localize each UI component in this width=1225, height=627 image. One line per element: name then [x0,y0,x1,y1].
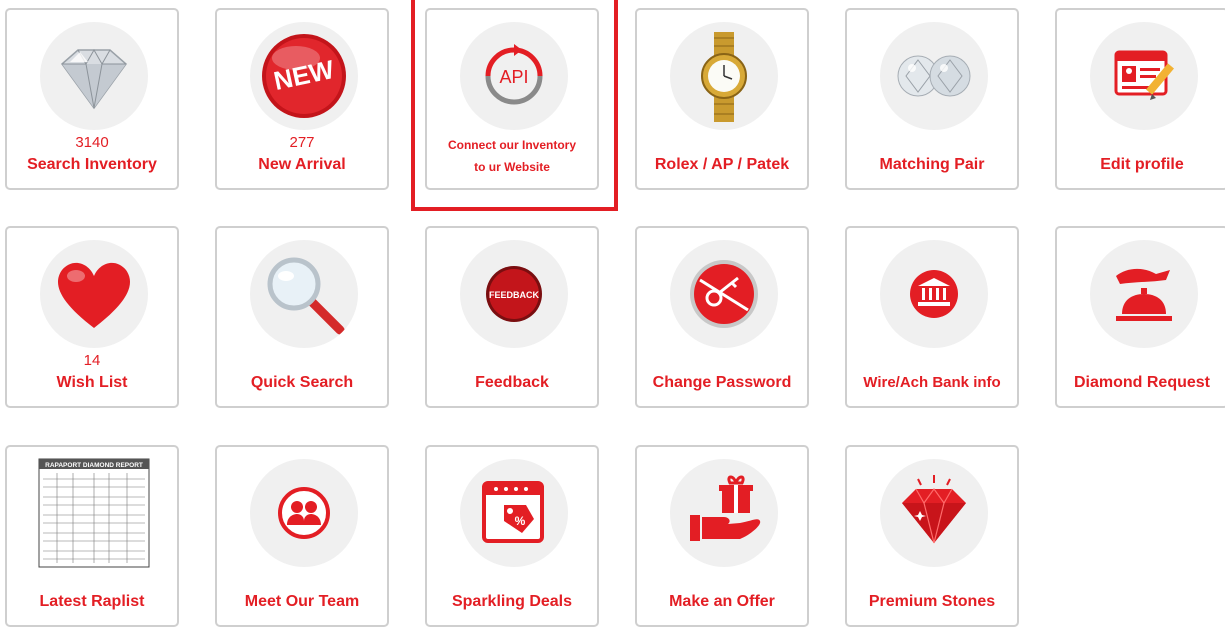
magnifier-icon [250,240,358,348]
tile-latest-raplist[interactable]: RAPAPORT DIAMOND REPORT Latest Raplist [5,445,179,627]
heart-icon [40,240,148,348]
team-icon [250,459,358,567]
tile-label: Matching Pair [879,156,985,173]
tile-label: Change Password [652,374,792,391]
tile-label: Quick Search [250,374,354,391]
feedback-button-icon: FEEDBACK [460,240,568,348]
tile-search-inventory[interactable]: 3140 Search Inventory [5,8,179,190]
tile-new-arrival[interactable]: NEW 277 New Arrival [215,8,389,190]
tile-label: Sparkling Deals [451,593,573,610]
tile-wire-ach-bank-info[interactable]: Wire/Ach Bank info [845,226,1019,408]
tile-label: Premium Stones [868,593,996,610]
tile-label-line2: to ur Website [474,160,550,174]
tile-label: Latest Raplist [39,593,145,610]
bank-icon [880,240,988,348]
tile-meet-our-team[interactable]: Meet Our Team [215,445,389,627]
tile-change-password[interactable]: Change Password [635,226,809,408]
report-title: RAPAPORT DIAMOND REPORT [45,462,143,469]
wish-list-count: 14 [83,352,101,369]
new-badge-icon: NEW [250,22,358,130]
tile-label: Wish List [56,374,128,391]
tile-label: Make an Offer [669,593,775,610]
profile-card-icon [1090,22,1198,130]
tile-premium-stones[interactable]: Premium Stones [845,445,1019,627]
deal-tag-icon: % [460,459,568,567]
svg-text:%: % [515,514,526,528]
tile-quick-search[interactable]: Quick Search [215,226,389,408]
svg-text:API: API [499,67,528,87]
rapaport-report-icon: RAPAPORT DIAMOND REPORT [37,457,151,569]
tile-label-line1: Connect our Inventory [447,138,576,152]
gift-hand-icon [670,459,778,567]
tile-rolex-ap-patek[interactable]: Rolex / AP / Patek [635,8,809,190]
tile-label: Meet Our Team [244,593,360,610]
tile-edit-profile[interactable]: Edit profile [1055,8,1225,190]
diamond-pair-icon [880,22,988,130]
tile-sparkling-deals[interactable]: % Sparkling Deals [425,445,599,627]
inventory-count: 3140 [75,134,109,151]
tile-matching-pair[interactable]: Matching Pair [845,8,1019,190]
tile-label: Connect our Inventory to ur Website [427,134,597,178]
tile-label: New Arrival [258,156,346,173]
tile-label: Wire/Ach Bank info [863,374,1001,391]
tile-wish-list[interactable]: 14 Wish List [5,226,179,408]
tile-feedback[interactable]: FEEDBACK Feedback [425,226,599,408]
tile-make-an-offer[interactable]: Make an Offer [635,445,809,627]
tile-label: Diamond Request [1073,374,1210,391]
new-arrival-count: 277 [289,134,315,151]
tile-label: Edit profile [1100,156,1184,173]
tile-diamond-request[interactable]: Diamond Request [1055,226,1225,408]
diamond-icon [40,22,148,130]
service-bell-icon [1090,240,1198,348]
tile-label: Rolex / AP / Patek [654,156,790,173]
key-icon [670,240,778,348]
watch-icon [670,22,778,130]
ruby-icon [880,459,988,567]
tile-label: Feedback [475,374,549,391]
feedback-badge-text: FEEDBACK [489,290,540,300]
tile-label: Search Inventory [27,156,157,173]
api-sync-icon: API [460,22,568,130]
tile-api-connect[interactable]: API Connect our Inventory to ur Website [425,8,599,190]
